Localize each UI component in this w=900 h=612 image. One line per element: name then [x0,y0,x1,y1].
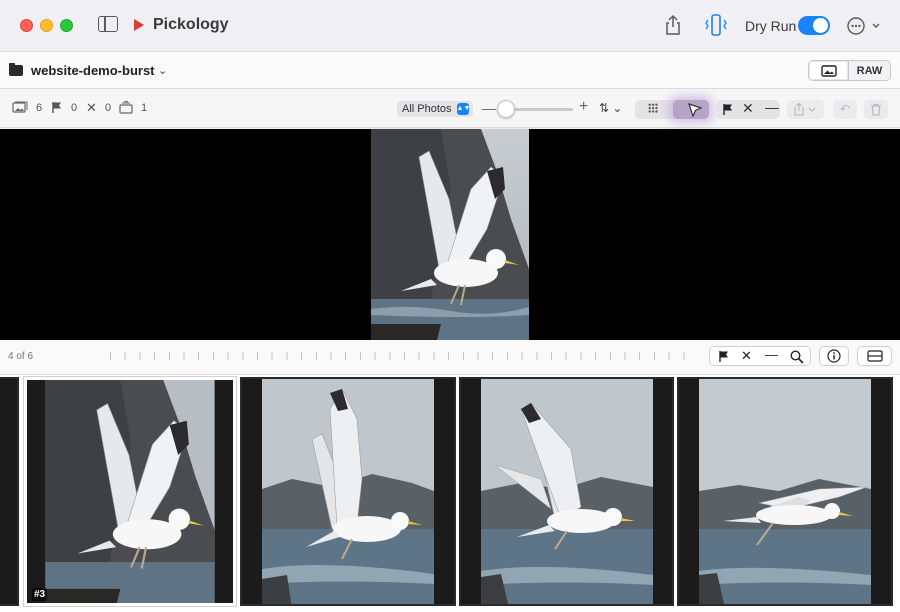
thumbnail-photo [699,379,871,604]
filmstrip-thumbnail[interactable] [0,377,19,606]
timeline-bar: 4 of 6 ✕ — [0,340,900,375]
photos-count: 6 [36,102,43,114]
photos-count-icon [12,101,28,113]
share-disabled-icon [794,103,816,116]
split-layout-icon [867,350,883,362]
sidebar-toggle-icon[interactable] [98,16,118,32]
thumbnail-photo [262,379,434,604]
more-options-icon[interactable] [846,16,882,36]
timeline-scrubber[interactable] [110,352,696,360]
reject-icon[interactable]: ✕ [741,348,752,364]
flag-icon [52,102,61,113]
thumbnail-index-badge: #3 [32,588,48,601]
filmstrip-thumbnail[interactable] [459,377,674,606]
thumbnail-photo [481,379,653,604]
raw-format-button[interactable]: RAW [849,61,890,80]
format-segmented-control: RAW [808,60,891,81]
app-title: Pickology [153,16,229,33]
toolbar: 6 0 ✕ 0 1 All Photos ▲▼ — + ⇅ ⌄ ✕ — ↶ [0,89,900,128]
dry-run-toggle[interactable] [798,16,830,35]
stacks-count: 1 [141,102,148,114]
folder-name[interactable]: website-demo-burst [31,63,155,78]
rejected-count: 0 [105,102,112,114]
pointer-cursor-icon [688,103,703,118]
export-menu-button[interactable] [787,100,824,119]
flagged-count: 0 [71,102,78,114]
main-photo-seagull [371,129,529,340]
photo-filter-select[interactable]: All Photos ▲▼ [397,101,473,117]
stack-icon [119,101,133,114]
photo-counter: 4 of 6 [8,351,34,362]
trash-icon[interactable] [864,100,888,119]
close-window-button[interactable] [20,19,33,32]
filmstrip-thumbnail-selected[interactable]: #3 [23,376,237,607]
photos-icon [820,64,837,77]
reject-icon: ✕ [86,100,97,115]
filmstrip-thumbnail[interactable] [677,377,893,606]
zoom-slider-knob[interactable] [497,100,515,118]
minimize-window-button[interactable] [40,19,53,32]
timeline-mark-controls: ✕ — [709,346,811,366]
flag-icon[interactable] [718,350,729,363]
thumbnail-photo [45,380,215,603]
info-button[interactable] [819,346,849,366]
zoom-in-icon[interactable]: + [579,98,588,116]
chevron-down-icon[interactable]: ⌄ [158,64,167,77]
reject-button-icon[interactable]: ✕ [742,100,754,117]
device-vibrate-icon[interactable] [703,13,729,37]
folder-icon [9,63,23,76]
undo-icon[interactable]: ↶ [833,100,857,119]
share-icon[interactable] [662,14,684,36]
sort-icon[interactable]: ⇅ ⌄ [599,101,622,115]
zoom-window-button[interactable] [60,19,73,32]
dry-run-label: Dry Run [745,18,797,34]
magnifier-icon[interactable] [790,350,804,364]
title-bar: Pickology Dry Run [0,0,900,52]
filmstrip: #3 [0,375,900,612]
info-icon [827,349,841,363]
chevron-updown-icon: ▲▼ [456,103,470,115]
unmark-button-icon[interactable]: — [765,99,779,115]
photo-viewer[interactable] [0,129,900,340]
zoom-out-icon[interactable]: — [482,100,496,116]
flag-button-icon[interactable] [722,103,733,116]
grid-view-icon[interactable] [648,103,658,113]
filmstrip-thumbnail[interactable] [240,377,456,606]
app-logo-icon [134,19,144,31]
layout-toggle-button[interactable] [857,346,892,366]
folder-bar: website-demo-burst ⌄ RAW [0,52,900,89]
unmark-icon[interactable]: — [765,347,778,362]
photo-format-button[interactable] [809,61,849,80]
photo-filter-label: All Photos [402,103,452,115]
